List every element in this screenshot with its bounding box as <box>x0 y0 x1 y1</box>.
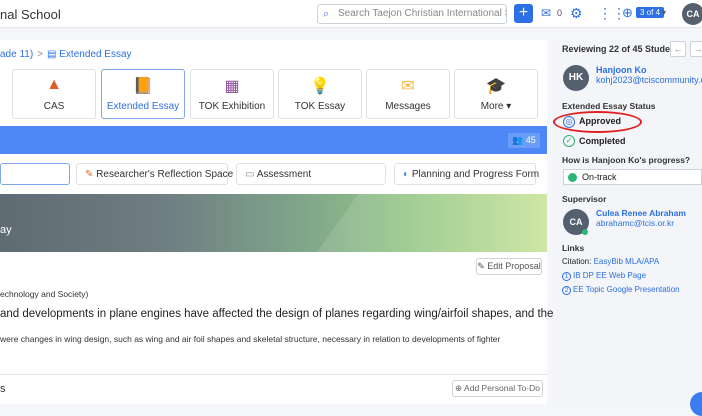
progress-question: How is Hanjoon Ko's progress? <box>562 155 691 165</box>
section-label: Researcher's Reflection Space <box>96 169 234 180</box>
lightbulb-icon: 💡 <box>310 78 330 95</box>
supervisor-name[interactable]: Culea Renee Abraham <box>596 208 686 218</box>
chat-button[interactable] <box>690 392 702 416</box>
tile-cas[interactable]: ▲ CAS <box>12 69 96 119</box>
book-icon: ▤ <box>47 49 60 60</box>
reviewing-count: Reviewing 22 of 45 Students <box>562 44 684 54</box>
group-banner <box>0 126 547 154</box>
people-icon: 👥 <box>512 135 526 145</box>
hero-title: ay <box>0 224 12 236</box>
book-icon: 📙 <box>133 78 153 95</box>
todo-section-title: s <box>0 383 6 395</box>
envelope-icon: ✉ <box>401 78 415 95</box>
link-number: 1 <box>562 272 571 281</box>
tile-label: More ▾ <box>480 101 512 112</box>
members-count: 45 <box>525 135 536 145</box>
clipboard-icon: ▭ <box>245 169 257 180</box>
breadcrumb: ade 11) > ▤ Extended Essay <box>0 49 132 60</box>
divider <box>0 374 547 375</box>
tile-tok-essay[interactable]: 💡 TOK Essay <box>278 69 362 119</box>
breadcrumb-current[interactable]: Extended Essay <box>59 49 131 60</box>
section-tab-first[interactable] <box>0 163 70 185</box>
prev-student-button[interactable]: ← <box>670 41 686 57</box>
tile-label: Messages <box>385 101 431 112</box>
tile-tok-exhibition[interactable]: ▦ TOK Exhibition <box>190 69 274 119</box>
add-todo-label: Add Personal To-Do <box>464 383 540 393</box>
search-icon: ⌕ <box>323 8 330 20</box>
mail-count: 0 <box>557 8 563 18</box>
citation-link[interactable]: EasyBib MLA/APA <box>594 257 660 266</box>
school-name[interactable]: nal School <box>0 7 61 22</box>
link-label: EE Topic Google Presentation <box>573 285 680 294</box>
members-badge[interactable]: 👥 45 <box>508 133 540 148</box>
link-ib-dp-ee[interactable]: 1 IB DP EE Web Page <box>562 271 646 281</box>
proposal-description: were changes in wing design, such as win… <box>0 334 501 344</box>
tile-label: TOK Essay <box>294 101 346 112</box>
links-heading: Links <box>562 243 585 253</box>
progress-value: On-track <box>582 172 617 182</box>
online-status-dot <box>582 229 588 235</box>
tile-label: TOK Exhibition <box>198 101 266 112</box>
status-completed[interactable]: Completed <box>579 136 626 146</box>
section-tab-planning[interactable]: ◐ Planning and Progress Form <box>394 163 540 185</box>
top-bar: nal School ⌕ Search Taejon Christian Int… <box>0 0 702 28</box>
edit-proposal-label: Edit Proposal <box>487 261 541 271</box>
add-button[interactable]: + <box>514 4 533 23</box>
mail-icon[interactable]: ✉ <box>541 6 551 20</box>
globe-icon[interactable]: ⊕ <box>622 5 633 21</box>
presentation-icon: ▦ <box>224 78 240 95</box>
next-student-button[interactable]: → <box>690 41 702 57</box>
link-label: IB DP EE Web Page <box>573 271 647 280</box>
link-number: 2 <box>562 286 571 295</box>
gear-icon[interactable]: ⚙ <box>570 5 583 22</box>
hero-streak <box>287 194 547 252</box>
status-approved[interactable]: Approved <box>579 116 621 126</box>
tile-label: CAS <box>43 101 65 112</box>
student-name[interactable]: Hanjoon Ko <box>596 65 647 75</box>
supervisor-email[interactable]: abrahamc@tcis.or.kr <box>596 218 674 228</box>
status-dot-icon <box>568 173 577 182</box>
tile-extended-essay[interactable]: 📙 Extended Essay <box>101 69 185 119</box>
graduation-cap-icon: 🎓 <box>486 78 506 95</box>
breadcrumb-parent[interactable]: ade 11) <box>0 49 33 60</box>
hero-banner <box>0 194 547 252</box>
tile-label: Extended Essay <box>106 101 180 112</box>
pencil-icon: ✎ <box>85 169 97 180</box>
user-avatar[interactable]: CA <box>682 3 702 25</box>
pencil-icon: ✎ <box>477 261 488 271</box>
search-input[interactable]: ⌕ Search Taejon Christian International … <box>317 4 507 24</box>
progress-select[interactable]: On-track <box>563 169 702 185</box>
search-placeholder: Search Taejon Christian International Sc… <box>338 8 506 19</box>
student-avatar: HK <box>563 65 589 91</box>
section-tab-assessment[interactable]: ▭ Assessment <box>236 163 386 185</box>
citation-prefix: Citation: <box>562 257 592 266</box>
link-ee-topic[interactable]: 2 EE Topic Google Presentation <box>562 285 680 295</box>
student-email[interactable]: kohj2023@tciscommunity.com <box>596 75 702 85</box>
citation-row: Citation: EasyBib MLA/APA <box>562 257 659 266</box>
breadcrumb-separator: > <box>37 49 44 60</box>
add-personal-todo-button[interactable]: ⊕ Add Personal To-Do <box>452 380 543 397</box>
status-heading: Extended Essay Status <box>562 101 656 111</box>
toggle-icon: ◐ <box>403 169 412 180</box>
cas-triangle-icon: ▲ <box>46 76 62 93</box>
section-label: Assessment <box>256 169 312 180</box>
page-indicator[interactable]: 3 of 4 <box>636 7 665 18</box>
approved-icon[interactable]: ◎ <box>563 116 575 128</box>
plus-circle-icon: ⊕ <box>455 383 465 393</box>
supervisor-heading: Supervisor <box>562 194 607 204</box>
chevron-down-icon[interactable]: ▾ <box>662 8 666 17</box>
section-tab-reflection[interactable]: ✎ Researcher's Reflection Space <box>76 163 233 185</box>
edit-proposal-button[interactable]: ✎ Edit Proposal <box>476 258 542 275</box>
section-label: Planning and Progress Form <box>411 169 540 180</box>
tile-messages[interactable]: ✉ Messages <box>366 69 450 119</box>
check-circle-icon[interactable]: ✓ <box>563 135 575 147</box>
research-question: and developments in plane engines have a… <box>0 308 604 320</box>
subject-line: echnology and Society) <box>0 289 89 299</box>
tile-more[interactable]: 🎓 More ▾ <box>454 69 538 119</box>
